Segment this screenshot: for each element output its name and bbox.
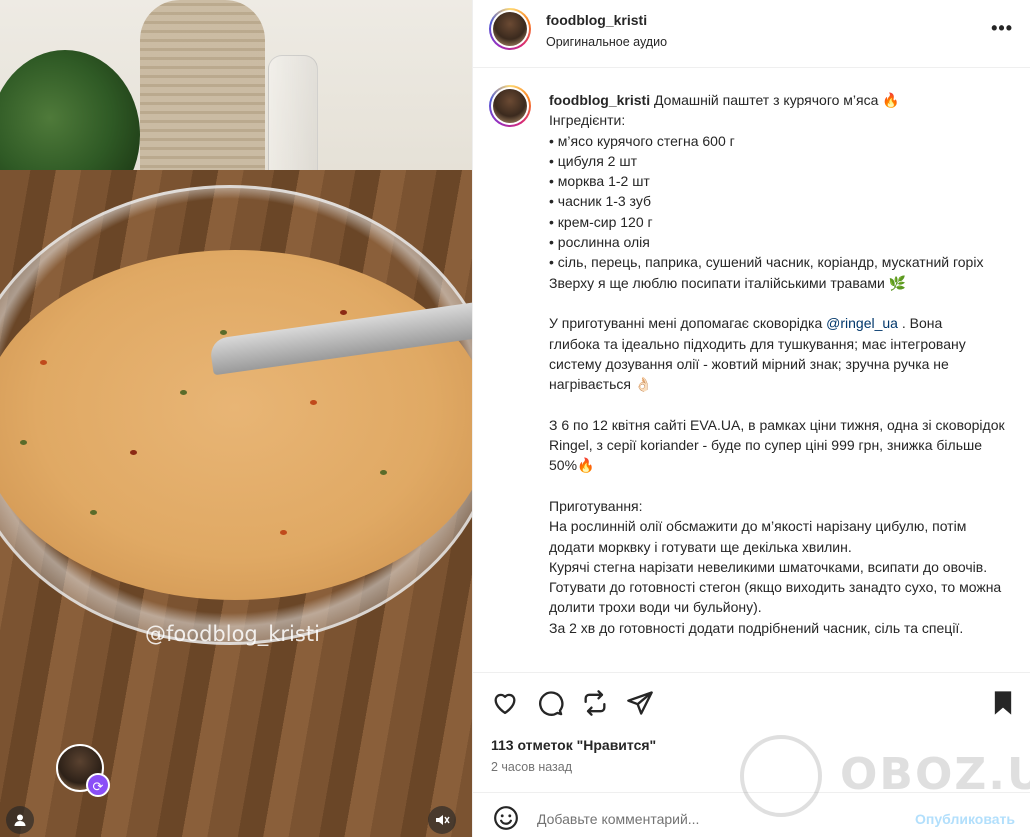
post-details-panel: foodblog_kristi Оригинальное аудио ••• f… xyxy=(472,0,1030,837)
user-icon xyxy=(14,814,26,826)
comment-input[interactable]: Добавьте комментарий... xyxy=(537,811,699,827)
site-watermark: OBOZ.UA xyxy=(740,735,1030,817)
caption-line: У приготуванні мені допомагає сковорідка xyxy=(549,315,823,332)
caption-line: • цибуля 2 шт xyxy=(549,152,637,169)
caption-line: З 6 по 12 квітня сайті EVA.UA, в рамках … xyxy=(549,416,1005,474)
likes-count[interactable]: 113 отметок "Нравится" xyxy=(491,737,656,753)
post-header: foodblog_kristi Оригинальное аудио ••• xyxy=(473,0,1030,68)
speaker-muted-icon xyxy=(436,815,450,825)
audio-label[interactable]: Оригинальное аудио xyxy=(546,35,667,49)
remix-icon[interactable]: ⟳ xyxy=(86,773,110,797)
post-timestamp[interactable]: 2 часов назад xyxy=(491,760,572,774)
caption-line: • часник 1-3 зуб xyxy=(549,193,651,210)
like-heart-icon[interactable] xyxy=(491,689,519,717)
caption-line: Зверху я ще люблю посипати італійськими … xyxy=(549,274,907,291)
caption-scroll-area[interactable]: foodblog_kristi Домашній паштет з курячо… xyxy=(473,69,1030,672)
caption-line: • рослинна олія xyxy=(549,234,650,251)
caption-line: . Вона xyxy=(901,315,943,332)
bookmark-icon[interactable] xyxy=(989,689,1017,717)
post-media[interactable]: @foodblog_kristi ⟳ xyxy=(0,0,472,837)
media-pate xyxy=(0,250,472,600)
post-caption: foodblog_kristi Домашній паштет з курячо… xyxy=(549,90,1011,638)
caption-line: Інгредієнти: xyxy=(549,112,626,129)
caption-line: На рослинній олії обсмажити до м’якості … xyxy=(549,518,967,555)
media-watermark: @foodblog_kristi xyxy=(145,622,320,646)
caption-line: Домашній паштет з курячого м’яса 🔥 xyxy=(654,92,900,108)
comment-icon[interactable] xyxy=(536,689,564,717)
caption-line: • крем-сир 120 г xyxy=(549,213,653,230)
caption-line: • морква 1-2 шт xyxy=(549,173,650,190)
caption-line: За 2 хв до готовності додати подрібнений… xyxy=(549,619,964,636)
caption-line xyxy=(549,394,1011,414)
caption-username[interactable]: foodblog_kristi xyxy=(549,92,650,108)
tagged-users-button[interactable] xyxy=(6,806,34,834)
caption-line xyxy=(549,476,1011,496)
author-avatar[interactable] xyxy=(489,8,531,50)
author-username[interactable]: foodblog_kristi xyxy=(546,12,647,28)
caption-line xyxy=(549,293,1011,313)
caption-line: • м’ясо курячого стегна 600 г xyxy=(549,132,735,149)
emoji-icon[interactable] xyxy=(493,805,519,831)
caption-author-avatar[interactable] xyxy=(489,85,531,127)
caption-line: Приготування: xyxy=(549,497,643,514)
share-icon[interactable] xyxy=(626,689,654,717)
caption-line: глибока та ідеально підходить для тушкув… xyxy=(549,335,966,393)
mute-button[interactable] xyxy=(428,806,456,834)
repost-icon[interactable] xyxy=(581,689,609,717)
caption-line: • сіль, перець, паприка, сушений часник,… xyxy=(549,254,984,271)
mention-link[interactable]: @ringel_ua xyxy=(826,315,898,331)
caption-line: Курячі стегна нарізати невеликими шматоч… xyxy=(549,558,1002,616)
more-options-icon[interactable]: ••• xyxy=(991,18,1013,39)
